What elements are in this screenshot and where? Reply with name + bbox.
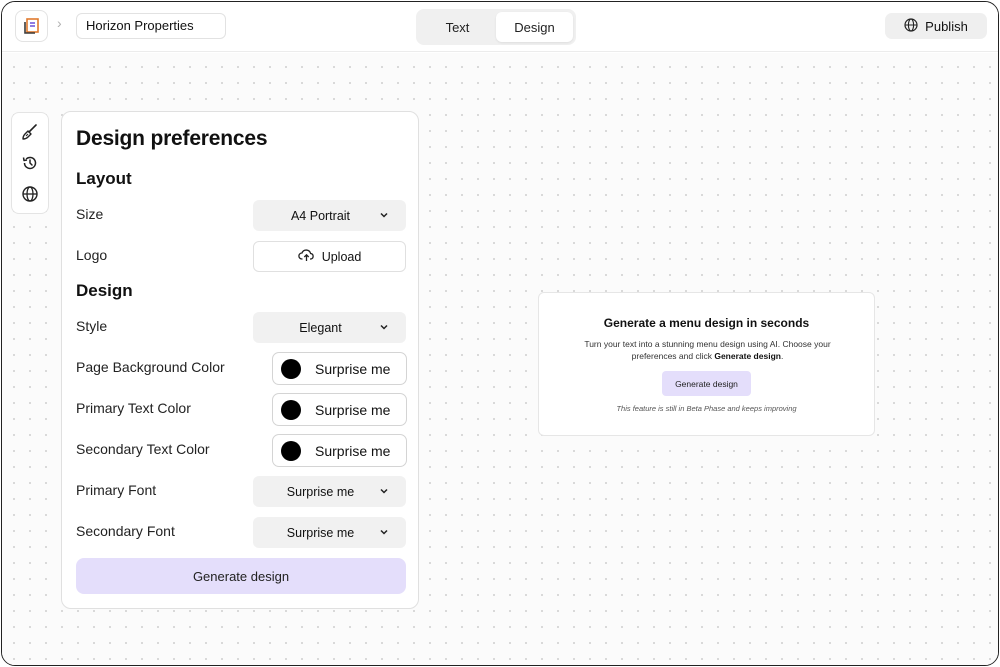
app-window: › Horizon Properties Text Design Publish (1, 1, 999, 666)
primary-text-color-picker[interactable]: Surprise me (272, 393, 407, 426)
style-select[interactable]: Elegant (253, 312, 406, 343)
upload-button[interactable]: Upload (253, 241, 406, 272)
color-swatch (281, 399, 301, 420)
design-section-title: Design (76, 281, 133, 300)
card-description-emphasis: Generate design (714, 351, 781, 361)
publish-button[interactable]: Publish (885, 13, 987, 39)
tab-design[interactable]: Design (496, 12, 573, 42)
style-select-value: Elegant (299, 320, 342, 335)
beta-note: This feature is still in Beta Phase and … (616, 404, 797, 413)
primary-text-color-value: Surprise me (315, 401, 391, 418)
primary-font-label: Primary Font (76, 482, 157, 498)
chevron-right-icon: › (57, 15, 62, 31)
globe-icon[interactable] (19, 183, 41, 205)
color-swatch (281, 440, 301, 461)
brush-icon[interactable] (19, 121, 41, 143)
page-background-color-label: Page Background Color (76, 359, 225, 375)
secondary-text-color-label: Secondary Text Color (76, 441, 210, 457)
project-name-field[interactable]: Horizon Properties (76, 13, 226, 39)
chevron-down-icon (378, 526, 390, 541)
primary-text-color-label: Primary Text Color (76, 400, 191, 416)
style-label: Style (76, 318, 108, 334)
tool-strip (11, 112, 49, 214)
history-icon[interactable] (19, 152, 41, 174)
top-bar: › Horizon Properties Text Design Publish (2, 2, 998, 52)
card-description-end: . (780, 351, 784, 361)
card-generate-design-button[interactable]: Generate design (662, 371, 751, 396)
document-logo-icon[interactable] (15, 10, 48, 42)
secondary-text-color-value: Surprise me (315, 442, 391, 459)
panel-title: Design preferences (76, 127, 268, 150)
secondary-text-color-picker[interactable]: Surprise me (272, 434, 407, 467)
chevron-down-icon (378, 209, 390, 224)
generate-empty-state-card: Generate a menu design in seconds Turn y… (538, 292, 875, 436)
tab-text[interactable]: Text (419, 12, 496, 42)
size-label: Size (76, 206, 104, 222)
cloud-upload-icon (297, 248, 315, 265)
primary-font-select[interactable]: Surprise me (253, 476, 406, 507)
card-description: Turn your text into a stunning menu desi… (579, 338, 836, 362)
generate-design-button[interactable]: Generate design (76, 558, 406, 594)
secondary-font-select[interactable]: Surprise me (253, 517, 406, 548)
color-swatch (281, 358, 301, 379)
size-select[interactable]: A4 Portrait (253, 200, 406, 231)
secondary-font-label: Secondary Font (76, 523, 175, 539)
mode-switch: Text Design (416, 9, 576, 45)
card-description-text: Turn your text into a stunning menu desi… (584, 339, 831, 361)
layout-section-title: Layout (76, 169, 132, 188)
size-select-value: A4 Portrait (290, 208, 351, 223)
card-title: Generate a menu design in seconds (603, 316, 810, 330)
chevron-down-icon (378, 485, 390, 500)
page-background-color-picker[interactable]: Surprise me (272, 352, 407, 385)
upload-label: Upload (321, 249, 362, 264)
publish-label: Publish (925, 18, 968, 34)
logo-label: Logo (76, 247, 108, 263)
secondary-font-select-value: Surprise me (286, 525, 355, 540)
primary-font-select-value: Surprise me (286, 484, 355, 499)
design-preferences-panel: Design preferences Layout Size A4 Portra… (61, 111, 419, 609)
chevron-down-icon (378, 321, 390, 336)
globe-icon (904, 17, 918, 35)
page-background-color-value: Surprise me (315, 360, 391, 377)
